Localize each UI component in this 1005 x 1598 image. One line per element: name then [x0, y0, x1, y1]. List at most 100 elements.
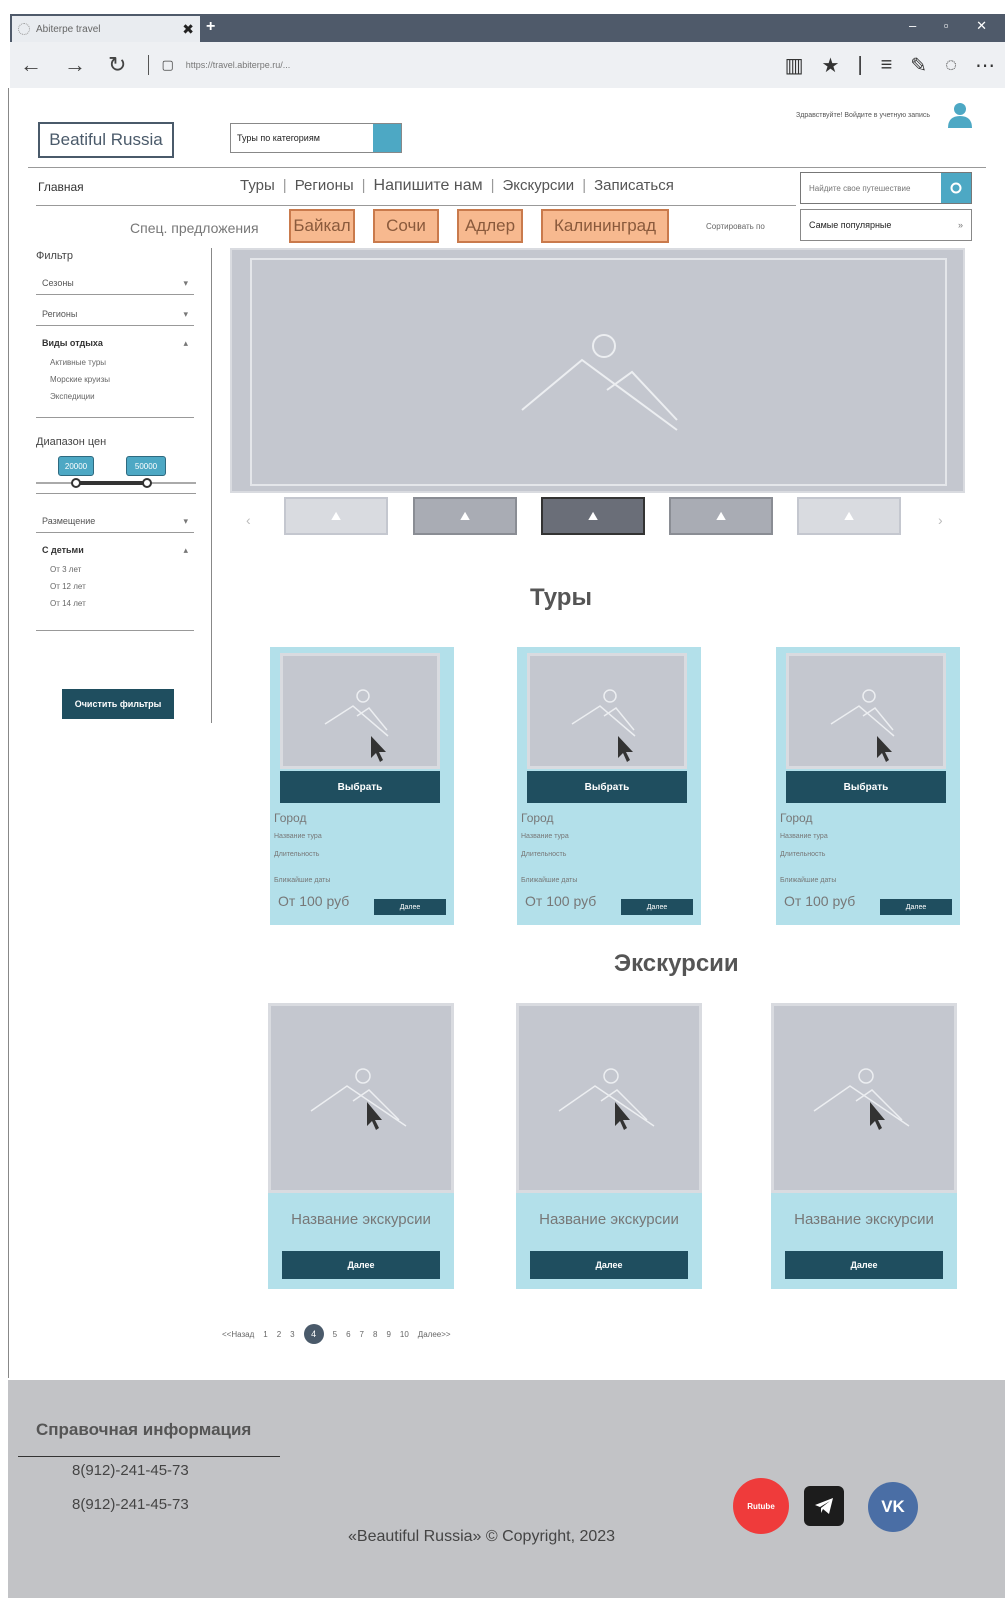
chip-adler[interactable]: Адлер: [457, 209, 523, 243]
special-offers-label: Спец. предложения: [130, 220, 259, 236]
forward-arrow-icon[interactable]: →: [64, 54, 86, 76]
pagination-page[interactable]: 8: [373, 1330, 377, 1339]
reading-view-icon[interactable]: ▥: [785, 53, 804, 78]
pagination-page[interactable]: 7: [360, 1330, 364, 1339]
excursion-more-button[interactable]: Далее: [282, 1251, 440, 1279]
filter-option[interactable]: От 3 лет: [36, 561, 194, 578]
favorite-star-icon[interactable]: ★: [822, 53, 840, 78]
tour-card[interactable]: Выбрать Город Название тура Длительность…: [517, 647, 701, 925]
filter-seasons-label: Сезоны: [42, 278, 74, 288]
filter-option[interactable]: От 12 лет: [36, 578, 194, 595]
excursion-more-button[interactable]: Далее: [785, 1251, 943, 1279]
tab-close-icon[interactable]: ✖: [182, 21, 194, 38]
filter-option[interactable]: От 14 лет: [36, 595, 194, 612]
carousel-thumb[interactable]: ⛰: [413, 497, 517, 535]
filter-option[interactable]: Морские круизы: [36, 371, 194, 388]
carousel-thumb[interactable]: ⛰: [284, 497, 388, 535]
slider-max-handle[interactable]: [142, 478, 152, 488]
tour-card[interactable]: Выбрать Город Название тура Длительность…: [270, 647, 454, 925]
nav-link-regions[interactable]: Регионы: [295, 177, 354, 195]
pagination-page[interactable]: 6: [346, 1330, 350, 1339]
pagination-page[interactable]: 10: [400, 1330, 409, 1339]
excursion-name: Название экскурсии: [794, 1211, 934, 1228]
hero-image[interactable]: [230, 248, 965, 493]
image-placeholder-icon: [830, 689, 895, 762]
share-icon[interactable]: ◌: [945, 54, 957, 77]
pagination-page[interactable]: 5: [333, 1330, 337, 1339]
pagination-page[interactable]: 3: [290, 1330, 294, 1339]
browser-tab-bar: Abiterpe travel ✖ + – ▫ ✕: [10, 14, 1005, 42]
tour-choose-button[interactable]: Выбрать: [280, 771, 440, 803]
tour-length: Длительность: [274, 851, 320, 858]
footer-phone[interactable]: 8(912)-241-45-73: [72, 1496, 189, 1513]
nav-link-contact[interactable]: Напишите нам: [374, 177, 483, 195]
chip-sochi[interactable]: Сочи: [373, 209, 439, 243]
tour-more-button[interactable]: Далее: [621, 899, 693, 915]
filter-seasons[interactable]: Сезоны ▾: [36, 272, 194, 295]
chip-baikal[interactable]: Байкал: [289, 209, 355, 243]
pagination-prev[interactable]: <<Назад: [222, 1330, 254, 1339]
carousel-thumbnails: ⛰ ⛰ ⛰ ⛰ ⛰: [236, 497, 956, 537]
pagination-page[interactable]: 2: [277, 1330, 281, 1339]
chip-kaliningrad[interactable]: Калининград: [541, 209, 669, 243]
footer-phone[interactable]: 8(912)-241-45-73: [72, 1462, 189, 1479]
nav-link-tours[interactable]: Туры: [240, 177, 275, 195]
new-tab-button[interactable]: +: [206, 18, 215, 36]
filter-kids-header[interactable]: С детьми ▴: [36, 539, 194, 561]
tour-image: [527, 653, 687, 769]
back-arrow-icon[interactable]: ←: [20, 54, 42, 76]
filter-option[interactable]: Экспедиции: [36, 388, 194, 405]
pagination-page[interactable]: 9: [386, 1330, 390, 1339]
image-placeholder-icon: [813, 1068, 910, 1130]
category-select[interactable]: Туры по категориям: [230, 123, 402, 153]
telegram-icon[interactable]: [804, 1486, 844, 1526]
image-placeholder-icon: [558, 1068, 655, 1130]
tour-choose-button[interactable]: Выбрать: [527, 771, 687, 803]
nav-link-excursions[interactable]: Экскурсии: [503, 177, 575, 195]
carousel-thumb[interactable]: ⛰: [669, 497, 773, 535]
pagination-page[interactable]: 1: [263, 1330, 267, 1339]
slider-min-handle[interactable]: [71, 478, 81, 488]
tour-choose-button[interactable]: Выбрать: [786, 771, 946, 803]
site-logo[interactable]: Beatiful Russia: [38, 122, 174, 158]
filter-option[interactable]: Активные туры: [36, 354, 194, 371]
sort-select[interactable]: Самые популярные »: [800, 209, 972, 241]
notes-icon[interactable]: ✎: [910, 53, 927, 78]
filter-regions[interactable]: Регионы ▾: [36, 303, 194, 326]
excursion-more-button[interactable]: Далее: [530, 1251, 688, 1279]
search-input[interactable]: [801, 173, 941, 203]
browser-tab[interactable]: Abiterpe travel ✖: [12, 16, 200, 42]
clear-filters-button[interactable]: Очистить фильтры: [62, 689, 174, 719]
user-avatar-icon[interactable]: [945, 100, 975, 130]
mountain-icon: ⛰: [459, 508, 471, 523]
tour-more-button[interactable]: Далее: [374, 899, 446, 915]
window-controls[interactable]: – ▫ ✕: [909, 18, 999, 34]
excursion-card[interactable]: Название экскурсии Далее: [268, 1003, 454, 1289]
category-dropdown-button[interactable]: [373, 124, 401, 152]
filter-placement[interactable]: Размещение ▾: [36, 510, 194, 533]
search-button[interactable]: [941, 173, 971, 203]
hub-icon[interactable]: ≡: [881, 54, 893, 77]
more-icon[interactable]: ⋯: [975, 53, 995, 78]
pagination-current-page[interactable]: 4: [303, 1324, 324, 1344]
vk-icon[interactable]: VK: [868, 1482, 918, 1532]
chevron-down-icon: ▾: [183, 309, 188, 319]
reload-icon[interactable]: ↻: [108, 54, 126, 76]
paper-plane-icon: [815, 1498, 833, 1514]
nav-link-signup[interactable]: Записаться: [594, 177, 674, 195]
tour-card[interactable]: Выбрать Город Название тура Длительность…: [776, 647, 960, 925]
filter-sidebar: Фильтр Сезоны ▾ Регионы ▾ Виды отдыха ▴ …: [36, 248, 212, 723]
rutube-icon[interactable]: Rutube: [733, 1478, 789, 1534]
tour-more-button[interactable]: Далее: [880, 899, 952, 915]
carousel-thumb-active[interactable]: ⛰: [541, 497, 645, 535]
login-greeting[interactable]: Здравствуйте! Войдите в учетную запись: [700, 112, 930, 119]
excursion-card[interactable]: Название экскурсии Далее: [771, 1003, 957, 1289]
site-footer: Справочная информация 8(912)-241-45-73 8…: [8, 1380, 1005, 1598]
excursion-card[interactable]: Название экскурсии Далее: [516, 1003, 702, 1289]
filter-rest-types-header[interactable]: Виды отдыха ▴: [36, 332, 194, 354]
nav-divider: [36, 205, 796, 206]
carousel-thumb[interactable]: ⛰: [797, 497, 901, 535]
pagination-next[interactable]: Далее>>: [418, 1330, 451, 1339]
nav-home-link[interactable]: Главная: [38, 180, 84, 194]
url-field[interactable]: https://travel.abiterpe.ru/...: [186, 60, 767, 70]
